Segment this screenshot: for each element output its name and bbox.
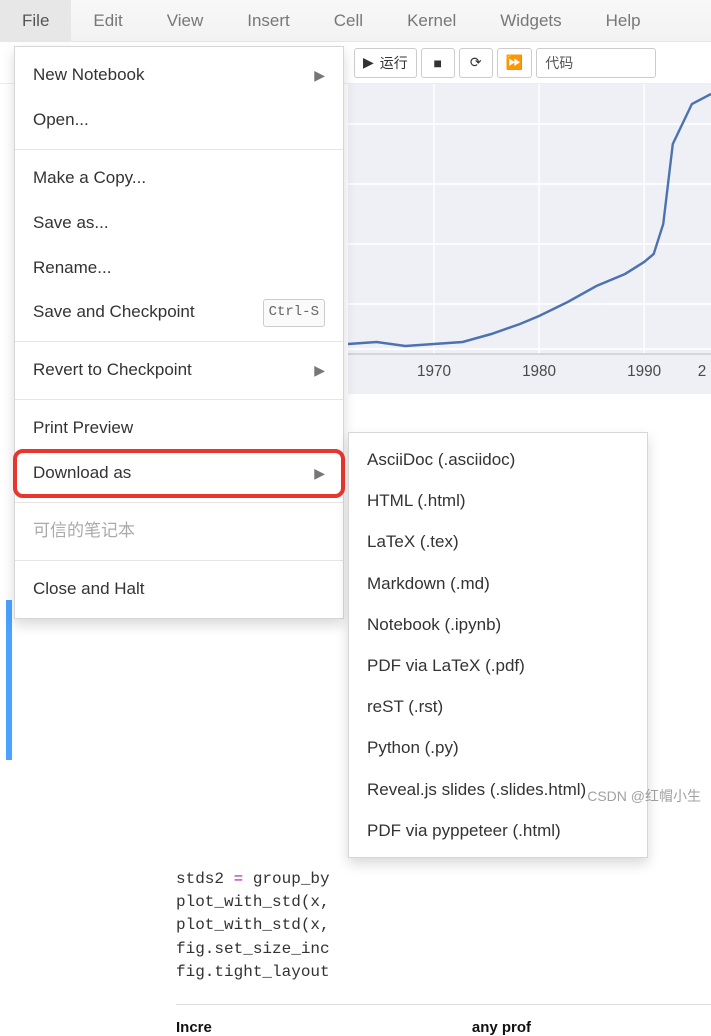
menu-revert-checkpoint[interactable]: Revert to Checkpoint ▶: [15, 348, 343, 393]
chevron-right-icon: ▶: [314, 462, 325, 486]
menu-item-label: Download as: [33, 459, 131, 488]
stop-icon: ■: [434, 55, 442, 71]
download-pdf-latex[interactable]: PDF via LaTeX (.pdf): [349, 645, 647, 686]
download-latex[interactable]: LaTeX (.tex): [349, 521, 647, 562]
download-rest[interactable]: reST (.rst): [349, 686, 647, 727]
run-button[interactable]: ▶ 运行: [354, 48, 417, 78]
chevron-right-icon: ▶: [314, 64, 325, 88]
menu-divider: [15, 502, 343, 503]
menu-open[interactable]: Open...: [15, 98, 343, 143]
menu-close-halt[interactable]: Close and Halt: [15, 567, 343, 612]
watermark: CSDN @红帽小生: [587, 786, 701, 806]
menu-view[interactable]: View: [145, 0, 226, 41]
download-asciidoc[interactable]: AsciiDoc (.asciidoc): [349, 439, 647, 480]
play-icon: ▶: [363, 54, 374, 71]
interrupt-button[interactable]: ■: [421, 48, 455, 78]
keyboard-shortcut: Ctrl-S: [263, 299, 325, 327]
menu-item-label: Close and Halt: [33, 575, 145, 604]
celltype-select[interactable]: 代码: [536, 48, 656, 78]
output-caption-row: Incre any prof: [176, 1004, 711, 1036]
menu-save-as[interactable]: Save as...: [15, 201, 343, 246]
menu-cell[interactable]: Cell: [312, 0, 385, 41]
menu-item-label: Save and Checkpoint: [33, 298, 195, 327]
menu-item-label: Rename...: [33, 254, 111, 283]
menu-divider: [15, 149, 343, 150]
menu-make-copy[interactable]: Make a Copy...: [15, 156, 343, 201]
menu-file[interactable]: File: [0, 0, 71, 41]
download-markdown[interactable]: Markdown (.md): [349, 563, 647, 604]
code-cell-left: stds2 = group_by plot_with_std(x, plot_w…: [176, 868, 711, 984]
menu-divider: [15, 560, 343, 561]
caption-left: Incre: [176, 1019, 212, 1036]
restart-button[interactable]: ⟳: [459, 48, 493, 78]
xtick-1980: 1980: [522, 363, 556, 380]
menu-item-label: Save as...: [33, 209, 109, 238]
download-notebook[interactable]: Notebook (.ipynb): [349, 604, 647, 645]
file-menu-dropdown: New Notebook ▶ Open... Make a Copy... Sa…: [14, 46, 344, 619]
menu-trusted-notebook: 可信的笔记本: [15, 509, 343, 554]
restart-icon: ⟳: [470, 54, 482, 71]
restart-run-all-button[interactable]: ⏩: [497, 48, 532, 78]
menu-item-label: 可信的笔记本: [33, 517, 135, 546]
xtick-1990: 1990: [627, 363, 661, 380]
cell-selected-strip: [6, 600, 12, 760]
menu-widgets[interactable]: Widgets: [478, 0, 583, 41]
menu-insert[interactable]: Insert: [225, 0, 312, 41]
menu-divider: [15, 399, 343, 400]
fast-forward-icon: ⏩: [506, 54, 523, 71]
menu-item-label: Print Preview: [33, 414, 133, 443]
menu-help[interactable]: Help: [584, 0, 663, 41]
menu-kernel[interactable]: Kernel: [385, 0, 478, 41]
menubar: File Edit View Insert Cell Kernel Widget…: [0, 0, 711, 42]
menu-new-notebook[interactable]: New Notebook ▶: [15, 53, 343, 98]
menu-edit[interactable]: Edit: [71, 0, 144, 41]
menu-item-label: Open...: [33, 106, 89, 135]
menu-rename[interactable]: Rename...: [15, 246, 343, 291]
download-python[interactable]: Python (.py): [349, 727, 647, 768]
menu-save-checkpoint[interactable]: Save and Checkpoint Ctrl-S: [15, 290, 343, 335]
xtick-1970: 1970: [417, 363, 451, 380]
caption-right: any prof: [472, 1019, 531, 1036]
download-html[interactable]: HTML (.html): [349, 480, 647, 521]
menu-item-label: Make a Copy...: [33, 164, 146, 193]
menu-item-label: New Notebook: [33, 61, 145, 90]
menu-download-as[interactable]: Download as ▶: [15, 451, 343, 496]
output-chart: 1970 1980 1990 2: [348, 84, 711, 394]
celltype-label: 代码: [545, 53, 573, 73]
menu-print-preview[interactable]: Print Preview: [15, 406, 343, 451]
menu-item-label: Revert to Checkpoint: [33, 356, 192, 385]
run-label: 运行: [380, 53, 408, 73]
chevron-right-icon: ▶: [314, 359, 325, 383]
xtick-2000: 2: [698, 363, 707, 380]
menu-divider: [15, 341, 343, 342]
